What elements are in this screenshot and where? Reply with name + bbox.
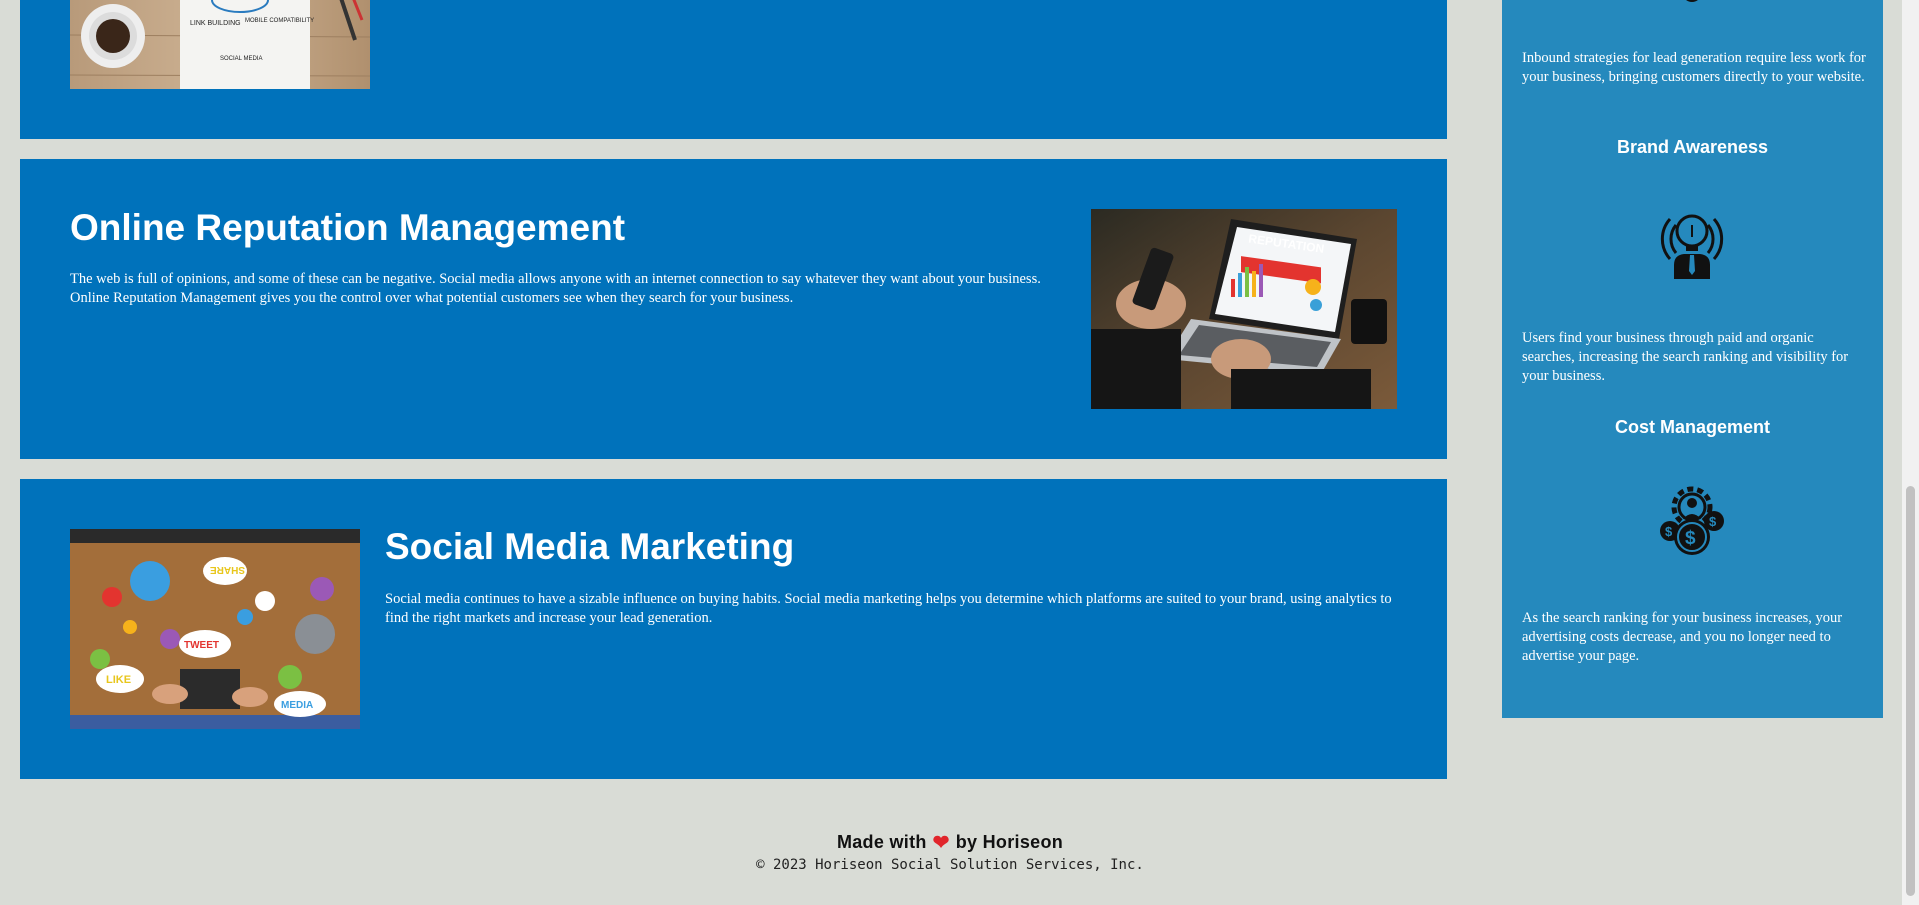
- cost-management-text: As the search ranking for your business …: [1522, 610, 1843, 664]
- footer-credit: Made with ❤ by Horiseon: [0, 830, 1900, 855]
- lightbulb-person-icon: [1652, 199, 1732, 279]
- cost-management-title: Cost Management: [1614, 417, 1771, 437]
- section-text: The web is full of opinions, and some of…: [70, 271, 1041, 306]
- benefits-sidebar: Inbound strategies for lead generation r…: [1502, 0, 1883, 718]
- seo-image-word: LINK BUILDING: [190, 20, 241, 27]
- seo-image: LINK BUILDING MOBILE COMPATIBILITY SOCIA…: [70, 0, 370, 89]
- footer-copyright: © 2023 Horiseon Social Solution Services…: [756, 857, 1144, 873]
- section-text: Social media continues to have a sizable…: [385, 591, 1392, 626]
- search-engine-optimization-section: LINK BUILDING MOBILE COMPATIBILITY SOCIA…: [20, 0, 1447, 139]
- social-image-bubble: TWEET: [184, 640, 219, 651]
- section-title: Online Reputation Management: [70, 207, 626, 248]
- lead-generation-text: Inbound strategies for lead generation r…: [1522, 50, 1866, 85]
- scrollbar-thumb[interactable]: [1906, 486, 1915, 896]
- section-title: Social Media Marketing: [385, 526, 795, 567]
- footer-made-with: Made with: [836, 832, 927, 852]
- svg-text:$: $: [1709, 514, 1717, 529]
- lead-generation-icon: [1680, 0, 1704, 4]
- reputation-image: REPUTATION: [1091, 209, 1397, 409]
- gear-dollar-icon: $ $ $: [1652, 479, 1732, 559]
- svg-text:$: $: [1665, 524, 1673, 539]
- seo-image-word: MOBILE COMPATIBILITY: [245, 18, 314, 24]
- social-image-bubble: SHARE: [210, 564, 245, 575]
- online-reputation-management-section: Online Reputation Management The web is …: [20, 159, 1447, 459]
- heart-icon: ❤: [932, 832, 950, 854]
- vertical-scrollbar[interactable]: [1902, 0, 1919, 905]
- seo-image-word: SOCIAL MEDIA: [220, 56, 262, 62]
- social-image-bubble: LIKE: [106, 674, 131, 686]
- footer: Made with ❤ by Horiseon © 2023 Horiseon So…: [0, 830, 1900, 873]
- social-media-marketing-section: SHARE TWEET LIKE MEDIA Social Media Mark…: [20, 479, 1447, 779]
- social-media-image: SHARE TWEET LIKE MEDIA: [70, 529, 360, 729]
- brand-awareness-title: Brand Awareness: [1616, 137, 1769, 157]
- svg-text:$: $: [1685, 528, 1696, 549]
- social-image-bubble: MEDIA: [281, 700, 313, 711]
- brand-awareness-text: Users find your business through paid an…: [1522, 330, 1849, 384]
- footer-by: by Horiseon: [955, 832, 1064, 852]
